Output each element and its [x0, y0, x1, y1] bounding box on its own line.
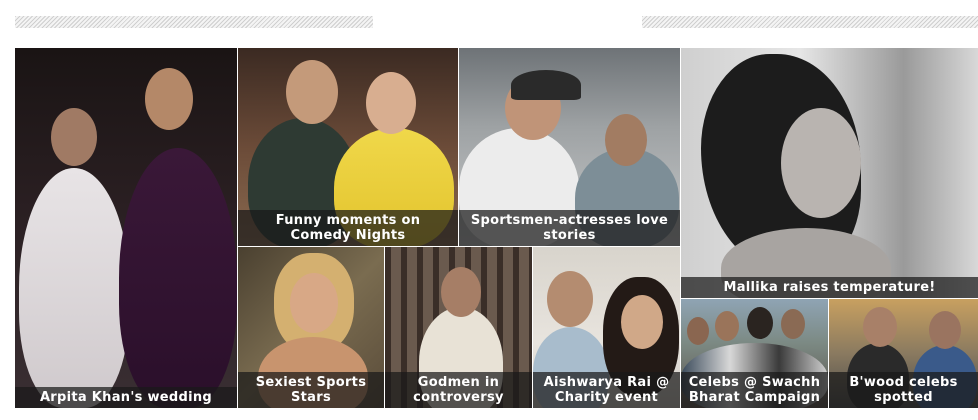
figure-man-head: [547, 271, 593, 327]
figure-face: [781, 108, 861, 218]
gallery-tile-comedy-nights[interactable]: Funny moments on Comedy Nights: [238, 48, 458, 246]
crowd-head: [747, 307, 773, 339]
figure-godman-head: [441, 267, 481, 317]
gallery-tile-arpita-wedding[interactable]: Arpita Khan's wedding: [15, 48, 237, 408]
crowd-head: [781, 309, 805, 339]
gallery-tile-sexiest-sports-stars[interactable]: Sexiest Sports Stars: [238, 247, 384, 408]
crowd-head: [687, 317, 709, 345]
figure-man-head: [286, 60, 338, 124]
figure-man-right-head: [929, 311, 961, 349]
tile-caption: B'wood celebs spotted: [829, 372, 978, 408]
tile-caption: Celebs @ Swachh Bharat Campaign: [681, 372, 828, 408]
gallery-tile-mallika[interactable]: Mallika raises temperature!: [681, 48, 978, 298]
figure-bride-head: [51, 108, 97, 166]
figure-cricketer-head: [605, 114, 647, 166]
figure-man-left-head: [863, 307, 897, 347]
tile-caption: Funny moments on Comedy Nights: [238, 210, 458, 246]
gallery-tile-sportsmen-actresses[interactable]: Sportsmen-actresses love stories: [459, 48, 680, 246]
figure-groom-head: [145, 68, 193, 130]
cap-icon: [511, 70, 581, 100]
header-divider-left: [15, 16, 373, 28]
tile-caption: Aishwarya Rai @ Charity event: [533, 372, 680, 408]
crowd-head: [715, 311, 739, 341]
tile-caption: Sportsmen-actresses love stories: [459, 210, 680, 246]
tile-caption: Arpita Khan's wedding: [15, 387, 237, 408]
gallery-tile-godmen[interactable]: Godmen in controversy: [385, 247, 532, 408]
figure-face: [290, 273, 338, 333]
header-divider-right: [642, 16, 978, 28]
gallery-tile-bwood-spotted[interactable]: B'wood celebs spotted: [829, 299, 978, 408]
gallery-tile-aishwarya-charity[interactable]: Aishwarya Rai @ Charity event: [533, 247, 680, 408]
gallery-tile-swachh-bharat[interactable]: Celebs @ Swachh Bharat Campaign: [681, 299, 828, 408]
tile-caption: Mallika raises temperature!: [681, 277, 978, 298]
tile-caption: Sexiest Sports Stars: [238, 372, 384, 408]
figure-bride: [19, 168, 129, 408]
figure-woman-face: [621, 295, 663, 349]
figure-woman-head: [366, 72, 416, 134]
figure-groom: [119, 148, 237, 408]
tile-caption: Godmen in controversy: [385, 372, 532, 408]
